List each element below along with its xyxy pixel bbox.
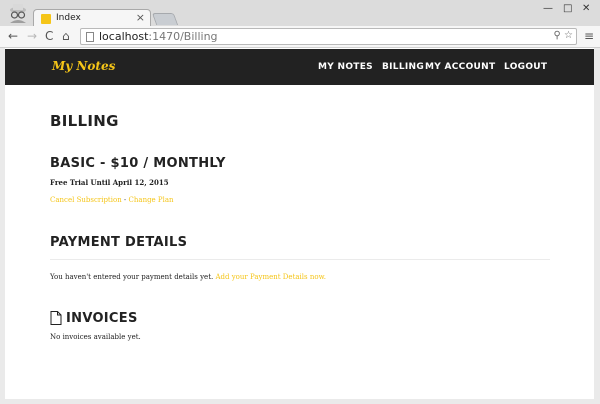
invoices-status: No invoices available yet.: [50, 333, 141, 341]
browser-titlebar: Index × — □ ✕: [0, 0, 600, 27]
payment-details-title: PAYMENT DETAILS: [50, 235, 188, 250]
page-icon: [86, 32, 94, 42]
page-content: BILLING BASIC - $10 / MONTHLY Free Trial…: [5, 85, 594, 399]
incognito-icon: [10, 4, 26, 23]
link-separator: -: [121, 196, 129, 204]
maximize-icon[interactable]: □: [563, 3, 572, 14]
search-star-icons[interactable]: ⚲ ☆: [554, 30, 573, 41]
change-plan-link[interactable]: Change Plan: [129, 196, 174, 204]
browser-toolbar: ← → C ⌂ localhost:1470/Billing ⚲ ☆ ≡: [0, 26, 600, 48]
menu-icon[interactable]: ≡: [584, 29, 594, 43]
url-text: localhost:1470/Billing: [99, 30, 218, 43]
document-icon: [50, 311, 62, 325]
tab-close-icon[interactable]: ×: [136, 11, 145, 24]
payment-status-text: You haven't entered your payment details…: [50, 273, 216, 281]
home-icon[interactable]: ⌂: [62, 29, 70, 43]
favicon-icon: [41, 14, 51, 24]
window-border-bottom: [0, 399, 600, 404]
plan-title: BASIC - $10 / MONTHLY: [50, 156, 226, 171]
nav-billing[interactable]: BILLING: [382, 62, 424, 72]
nav-logout[interactable]: LOGOUT: [504, 62, 547, 72]
window-border-left: [0, 48, 5, 404]
plan-links: Cancel Subscription - Change Plan: [50, 196, 174, 204]
cancel-subscription-link[interactable]: Cancel Subscription: [50, 196, 122, 204]
nav-my-account[interactable]: MY ACCOUNT: [425, 62, 495, 72]
url-path: :1470/Billing: [148, 30, 218, 43]
address-bar[interactable]: localhost:1470/Billing ⚲ ☆: [80, 28, 577, 45]
window-border-right: [594, 48, 600, 404]
brand-logo[interactable]: My Notes: [52, 59, 115, 73]
window-close-icon[interactable]: ✕: [582, 3, 590, 14]
tab-title: Index: [56, 13, 81, 23]
divider: [50, 259, 550, 260]
trial-info: Free Trial Until April 12, 2015: [50, 178, 169, 187]
back-icon[interactable]: ←: [8, 29, 18, 43]
page-title: BILLING: [50, 112, 119, 130]
invoices-title: INVOICES: [66, 311, 138, 326]
forward-icon[interactable]: →: [27, 29, 37, 43]
app-navbar: My Notes MY NOTES BILLING MY ACCOUNT LOG…: [5, 49, 594, 85]
add-payment-details-link[interactable]: Add your Payment Details now.: [215, 273, 326, 281]
minimize-icon[interactable]: —: [543, 3, 553, 14]
payment-status: You haven't entered your payment details…: [50, 273, 326, 281]
new-tab-button[interactable]: [151, 13, 179, 25]
reload-icon[interactable]: C: [45, 29, 53, 43]
nav-my-notes[interactable]: MY NOTES: [318, 62, 373, 72]
url-host: localhost: [99, 30, 149, 43]
browser-tab[interactable]: Index ×: [33, 9, 151, 27]
